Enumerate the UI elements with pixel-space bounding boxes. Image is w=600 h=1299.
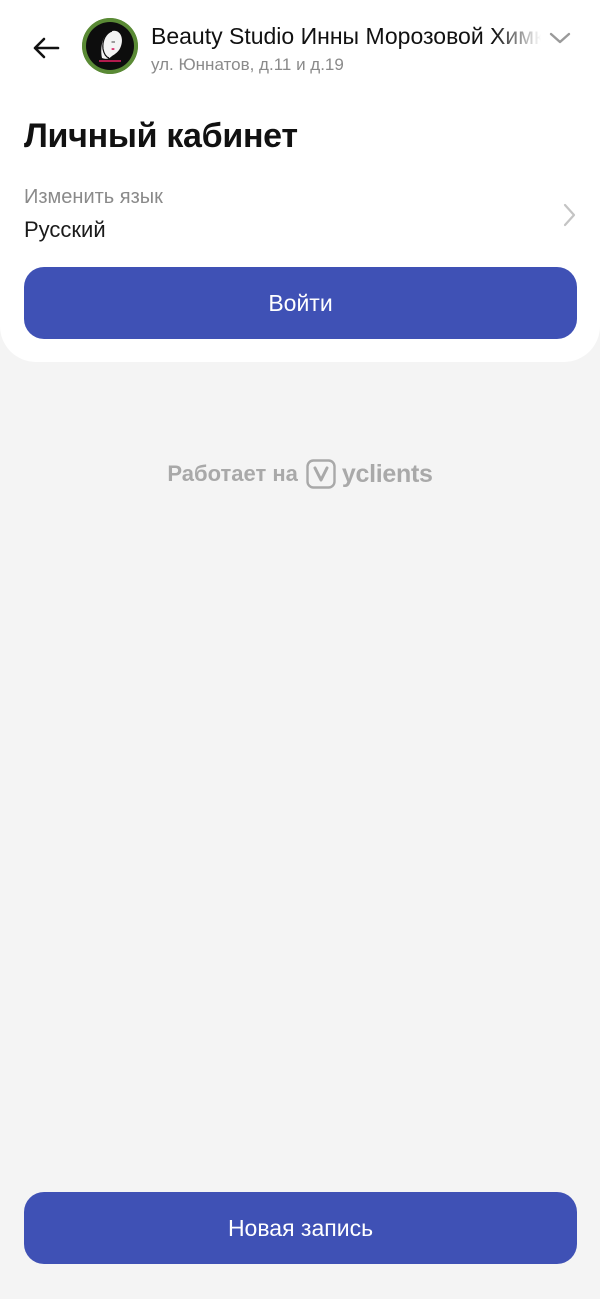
arrow-left-icon [33, 37, 60, 59]
salon-switch-button[interactable] [546, 26, 574, 50]
chevron-down-icon [549, 32, 571, 44]
header: Beauty Studio Инны Морозовой Химки ул. Ю… [0, 0, 600, 96]
powered-by[interactable]: Работает на yclients [0, 454, 600, 494]
salon-address: ул. Юннатов, д.11 и д.19 [151, 55, 344, 74]
chevron-right-icon [556, 202, 582, 228]
salon-logo [82, 18, 138, 74]
change-language-row[interactable]: Изменить язык Русский [0, 178, 600, 254]
page-title: Личный кабинет [24, 117, 298, 155]
language-label: Изменить язык [24, 186, 163, 208]
top-card: Beauty Studio Инны Морозовой Химки ул. Ю… [0, 0, 600, 362]
language-value: Русский [24, 217, 106, 242]
back-button[interactable] [24, 26, 68, 70]
new-booking-button[interactable]: Новая запись [24, 1192, 577, 1264]
yclients-brand: yclients [341, 459, 433, 488]
powered-by-text: Работает на [167, 461, 298, 486]
login-button[interactable]: Войти [24, 267, 577, 339]
salon-name[interactable]: Beauty Studio Инны Морозовой Химки [151, 22, 541, 50]
yclients-logo-icon [306, 459, 336, 489]
salon-avatar[interactable] [82, 18, 138, 74]
